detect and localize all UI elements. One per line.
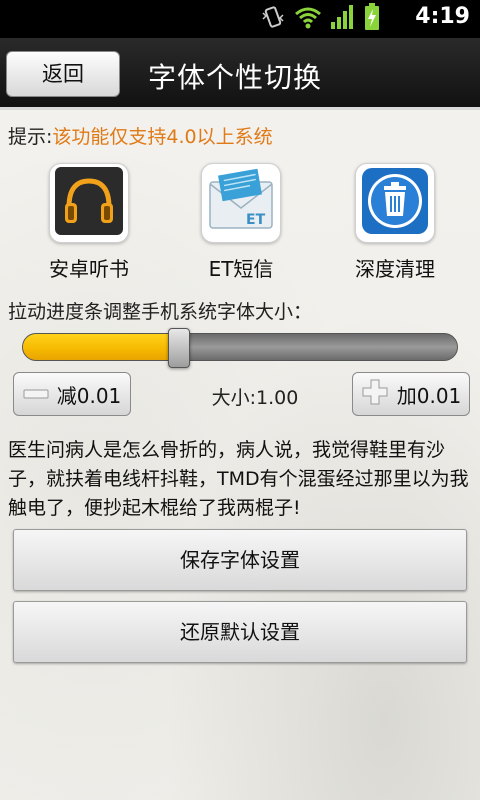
slider-thumb[interactable] <box>168 328 190 368</box>
headphones-icon <box>55 167 123 239</box>
plus-icon <box>361 378 389 411</box>
app-icon-tile <box>355 163 435 243</box>
app-label: ET短信 <box>208 257 274 281</box>
hint-text: 该功能仅支持4.0以上系统 <box>52 126 273 148</box>
back-button[interactable]: 返回 <box>6 51 120 97</box>
trash-icon <box>362 168 428 238</box>
app-item-audiobook[interactable]: 安卓听书 <box>39 163 139 282</box>
save-font-button[interactable]: 保存字体设置 <box>13 529 467 591</box>
app-icon-tile <box>49 163 129 243</box>
status-icons <box>260 3 380 35</box>
app-label: 安卓听书 <box>49 257 129 281</box>
minus-icon <box>23 382 49 406</box>
title-bar: 返回 字体个性切换 <box>0 38 480 110</box>
app-item-deep-clean[interactable]: 深度清理 <box>345 163 445 282</box>
hint-label: 提示: <box>8 126 53 148</box>
increase-button[interactable]: 加0.01 <box>352 372 470 416</box>
svg-text:ET: ET <box>246 212 266 228</box>
app-icon-tile: ET <box>201 163 281 243</box>
font-size-slider[interactable] <box>22 333 458 361</box>
page-title: 字体个性切换 <box>148 61 323 94</box>
preview-text: 医生问病人是怎么骨折的，病人说，我觉得鞋里有沙子，就扶着电线杆抖鞋，TMD有个混… <box>8 439 469 519</box>
hint-line: 提示:该功能仅支持4.0以上系统 <box>8 122 273 149</box>
slider-fill <box>23 334 180 360</box>
signal-icon <box>330 4 356 34</box>
size-readout: 大小:1.00 <box>211 387 299 409</box>
increase-label: 加0.01 <box>396 383 462 408</box>
decrease-label: 减0.01 <box>56 383 122 408</box>
slider-caption: 拉动进度条调整手机系统字体大小： <box>8 301 313 323</box>
app-item-et-sms[interactable]: ET ET短信 <box>191 163 291 282</box>
app-label: 深度清理 <box>355 257 435 281</box>
et-sms-icon: ET <box>206 166 276 240</box>
wifi-icon <box>294 5 322 33</box>
vibrate-icon <box>260 4 286 34</box>
decrease-button[interactable]: 减0.01 <box>13 372 131 416</box>
status-time: 4:19 <box>415 4 470 29</box>
battery-charging-icon <box>364 3 380 35</box>
restore-default-button[interactable]: 还原默认设置 <box>13 601 467 663</box>
status-bar: 4:19 <box>0 0 480 38</box>
